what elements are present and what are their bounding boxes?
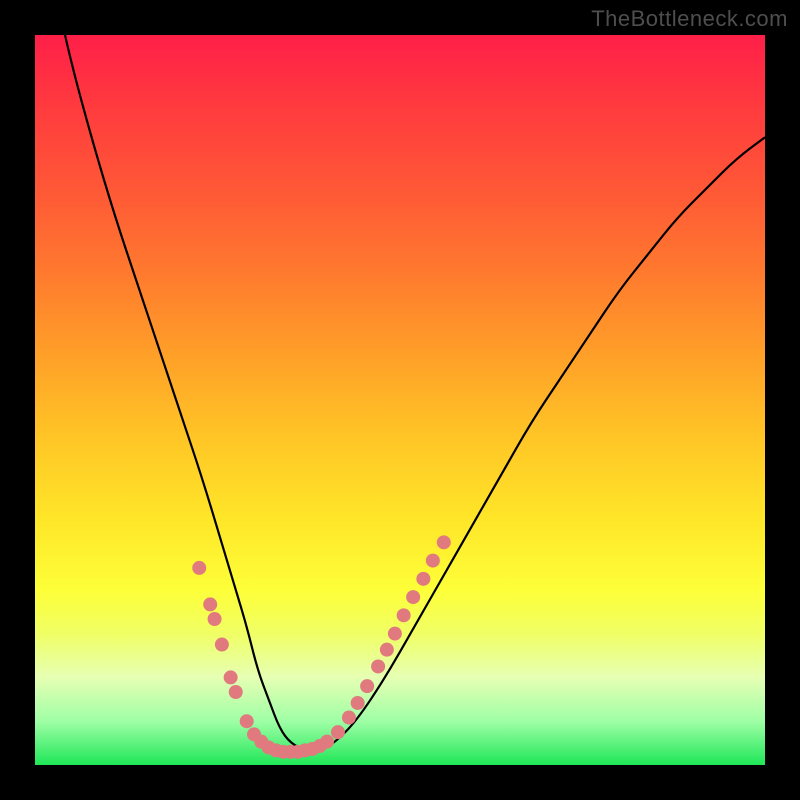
watermark-text: TheBottleneck.com <box>591 6 788 32</box>
plot-background <box>35 35 765 765</box>
chart-frame: TheBottleneck.com <box>0 0 800 800</box>
